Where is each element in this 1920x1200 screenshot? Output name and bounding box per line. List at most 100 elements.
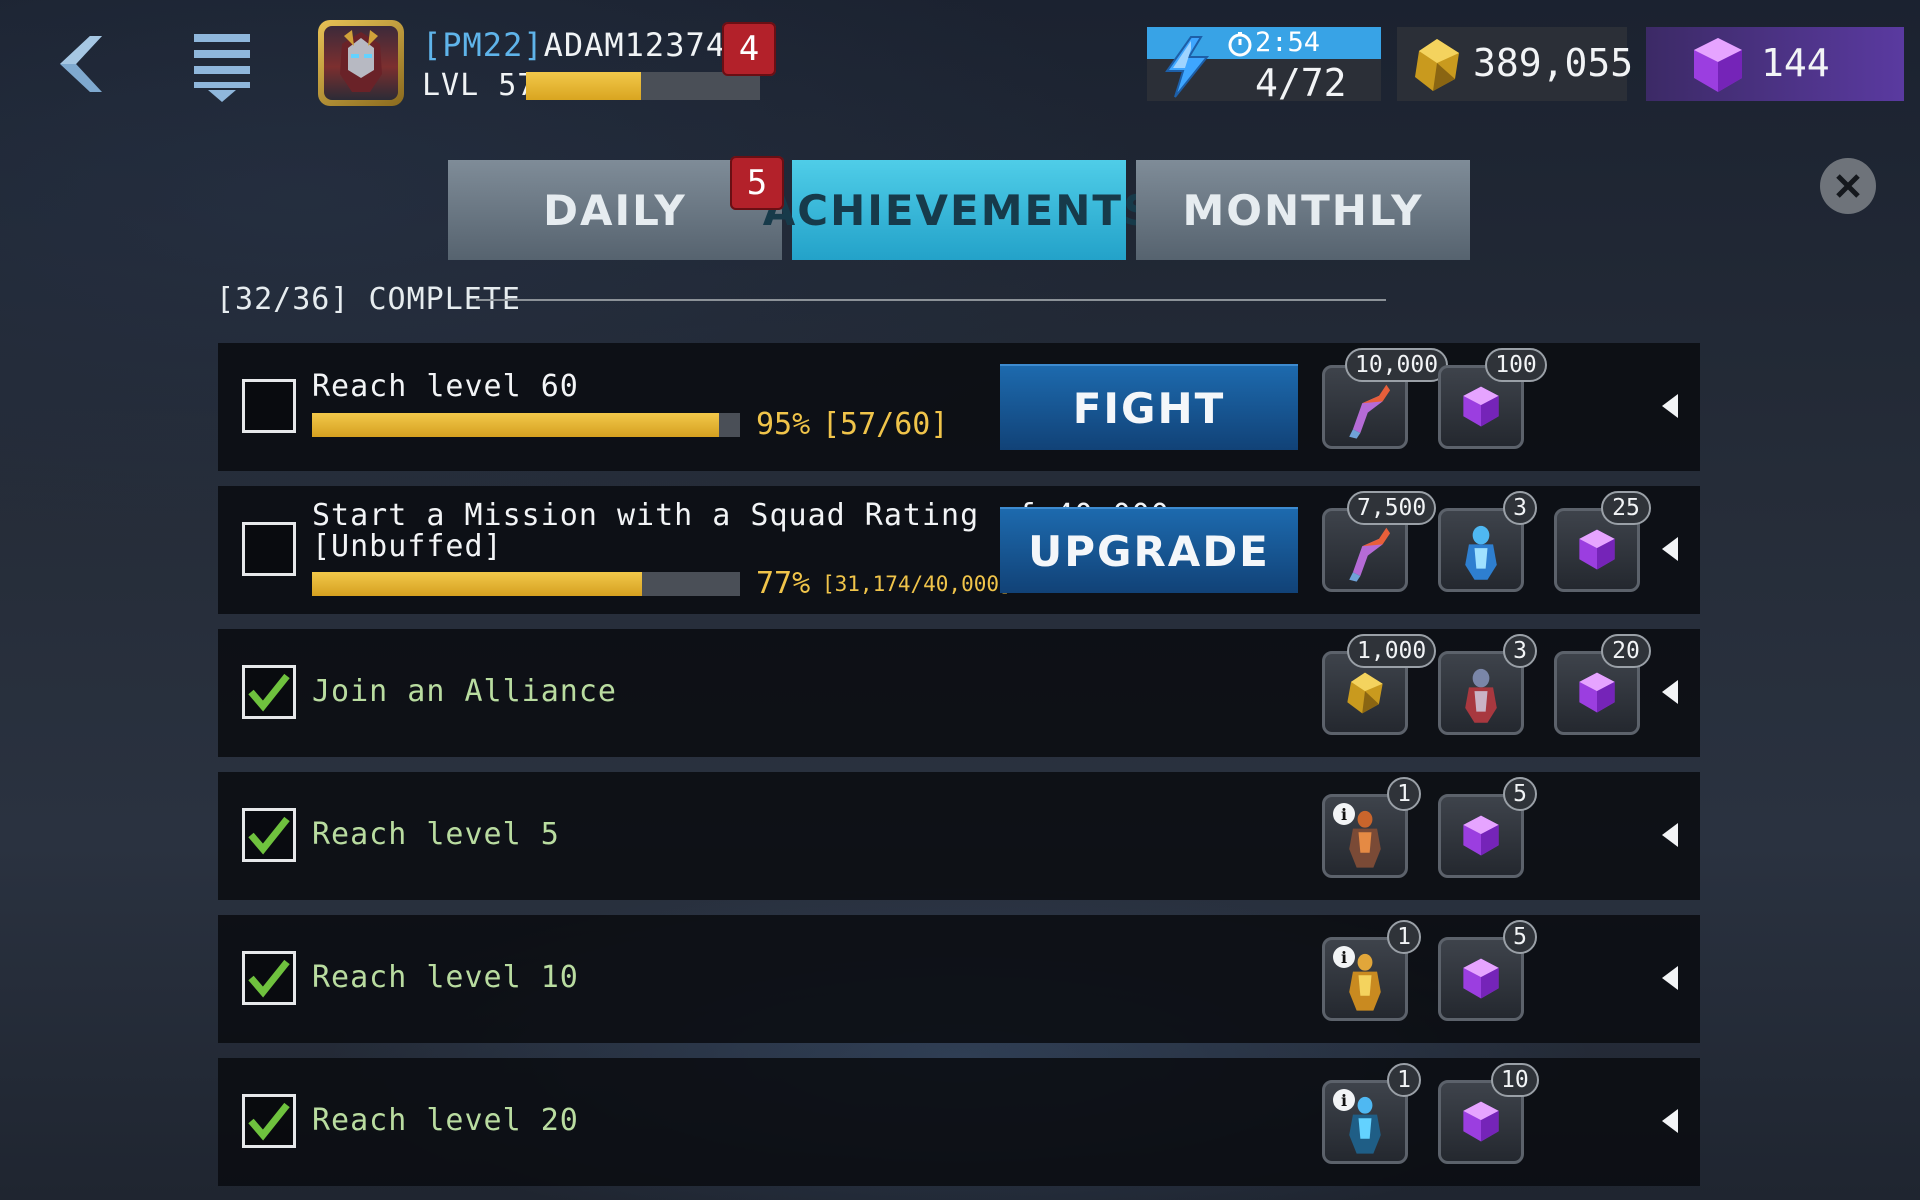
reward-item[interactable]: 7,500 [1322, 491, 1437, 592]
achievement-progress-fill [312, 572, 642, 596]
reward-item[interactable]: i 1 [1322, 920, 1421, 1021]
info-icon[interactable]: i [1333, 946, 1355, 968]
info-icon[interactable]: i [1333, 1089, 1355, 1111]
expand-arrow-icon[interactable] [1660, 965, 1680, 991]
lightning-bolt-icon [1165, 36, 1210, 98]
info-icon[interactable]: i [1333, 803, 1355, 825]
expand-arrow-icon[interactable] [1660, 393, 1680, 419]
reward-count: 7,500 [1347, 491, 1437, 525]
divider-line [476, 299, 1386, 301]
reward-count: 3 [1503, 634, 1537, 668]
checkmark-icon [248, 959, 290, 998]
xp-progress-bar [526, 72, 760, 100]
upgrade-button[interactable]: UPGRADE [1000, 507, 1298, 593]
gem-counter[interactable]: 144 [1646, 27, 1904, 101]
avatar-portrait [324, 26, 398, 100]
player-alliance-tag: [PM22] [422, 26, 544, 64]
purple-gem-icon [1463, 958, 1499, 999]
notification-badge[interactable]: 4 [722, 22, 776, 76]
player-name: [PM22]ADAM123744 [422, 26, 746, 64]
achievement-checkbox [242, 665, 296, 719]
checkmark-icon [248, 816, 290, 855]
tab-achievements[interactable]: ACHIEVEMENTS [763, 160, 1153, 260]
achievement-progress-percent: 77% [756, 566, 811, 601]
reward-count: 25 [1601, 491, 1651, 525]
back-button[interactable] [50, 32, 106, 96]
achievement-title-line2: [Unbuffed] [312, 529, 503, 564]
achievement-checkbox [242, 379, 296, 433]
energy-timer: 2:54 [1255, 27, 1321, 58]
achievement-row: Reach level 5 i 1 5 [218, 772, 1700, 900]
achievement-progress-bar [312, 572, 740, 596]
achievement-row: Reach level 20 i 1 10 [218, 1058, 1700, 1186]
purple-gem-icon [1694, 38, 1742, 92]
reward-item[interactable]: 5 [1438, 777, 1537, 878]
expand-arrow-icon[interactable] [1660, 536, 1680, 562]
clock-icon [1228, 32, 1252, 57]
achievement-title: Join an Alliance [312, 674, 617, 709]
chevron-left-icon [60, 36, 102, 92]
reward-item[interactable]: 3 [1438, 634, 1537, 735]
tab-monthly[interactable]: MONTHLY [1136, 160, 1470, 260]
menu-button[interactable] [190, 30, 254, 104]
reward-item[interactable]: 20 [1554, 634, 1651, 735]
achievement-progress-percent: 95% [756, 407, 811, 442]
achievement-checkbox [242, 1094, 296, 1148]
reward-count: 1 [1387, 1063, 1421, 1097]
reward-count: 100 [1485, 348, 1547, 382]
player-avatar[interactable] [318, 20, 404, 106]
achievement-title: Reach level 10 [312, 960, 579, 995]
reward-count: 1 [1387, 777, 1421, 811]
player-username: ADAM123744 [543, 26, 747, 64]
checkmark-icon [248, 1102, 290, 1141]
achievement-row: Reach level 10 i 1 5 [218, 915, 1700, 1043]
achievement-progress-fill [312, 413, 719, 437]
player-level: LVL 57 [422, 68, 537, 103]
energy-value: 4/72 [1255, 61, 1347, 105]
reward-item[interactable]: 10 [1438, 1063, 1539, 1164]
achievement-progress-ratio: [31,174/40,000] [822, 572, 1012, 596]
achievement-progress-ratio: [57/60] [822, 407, 949, 442]
reward-item[interactable]: 1,000 [1322, 634, 1437, 735]
expand-arrow-icon[interactable] [1660, 679, 1680, 705]
fight-button[interactable]: FIGHT [1000, 364, 1298, 450]
robot-portrait-icon [340, 30, 382, 92]
reward-item[interactable]: 25 [1554, 491, 1651, 592]
reward-item[interactable]: 5 [1438, 920, 1537, 1021]
red-robot-shard-icon [1465, 668, 1497, 723]
gold-crystal-icon [1415, 39, 1459, 91]
achievement-title: Reach level 20 [312, 1103, 579, 1138]
reward-count: 5 [1503, 920, 1537, 954]
reward-count: 5 [1503, 777, 1537, 811]
close-icon [1836, 174, 1860, 198]
reward-count: 1 [1387, 920, 1421, 954]
xp-progress-fill [526, 72, 641, 100]
gem-value: 144 [1761, 41, 1830, 85]
achievement-row: Start a Mission with a Squad Rating of 4… [218, 486, 1700, 614]
daily-tab-badge: 5 [730, 156, 784, 210]
energy-counter[interactable]: 2:54 4/72 [1147, 27, 1381, 105]
reward-count: 10 [1491, 1063, 1539, 1097]
reward-count: 3 [1503, 491, 1537, 525]
reward-count: 10,000 [1345, 348, 1449, 382]
reward-item[interactable]: i 1 [1322, 1063, 1421, 1164]
expand-arrow-icon[interactable] [1660, 822, 1680, 848]
expand-arrow-icon[interactable] [1660, 1108, 1680, 1134]
reward-item[interactable]: i 1 [1322, 777, 1421, 878]
checkmark-icon [248, 673, 290, 712]
hamburger-menu-icon [194, 34, 250, 102]
achievement-checkbox [242, 808, 296, 862]
close-button[interactable] [1820, 158, 1876, 214]
purple-gem-icon [1463, 815, 1499, 856]
achievement-title: Reach level 60 [312, 369, 579, 404]
reward-item[interactable]: 100 [1438, 348, 1547, 449]
achievement-progress-bar [312, 413, 740, 437]
achievement-title: Reach level 5 [312, 817, 560, 852]
reward-item[interactable]: 10,000 [1322, 348, 1449, 449]
achievement-checkbox [242, 951, 296, 1005]
achievement-row: Reach level 60 95% [57/60] FIGHT 10,000 … [218, 343, 1700, 471]
reward-item[interactable]: 3 [1438, 491, 1537, 592]
blue-robot-shard-icon [1465, 525, 1497, 580]
gold-counter[interactable]: 389,055 [1397, 27, 1633, 101]
achievement-checkbox [242, 522, 296, 576]
